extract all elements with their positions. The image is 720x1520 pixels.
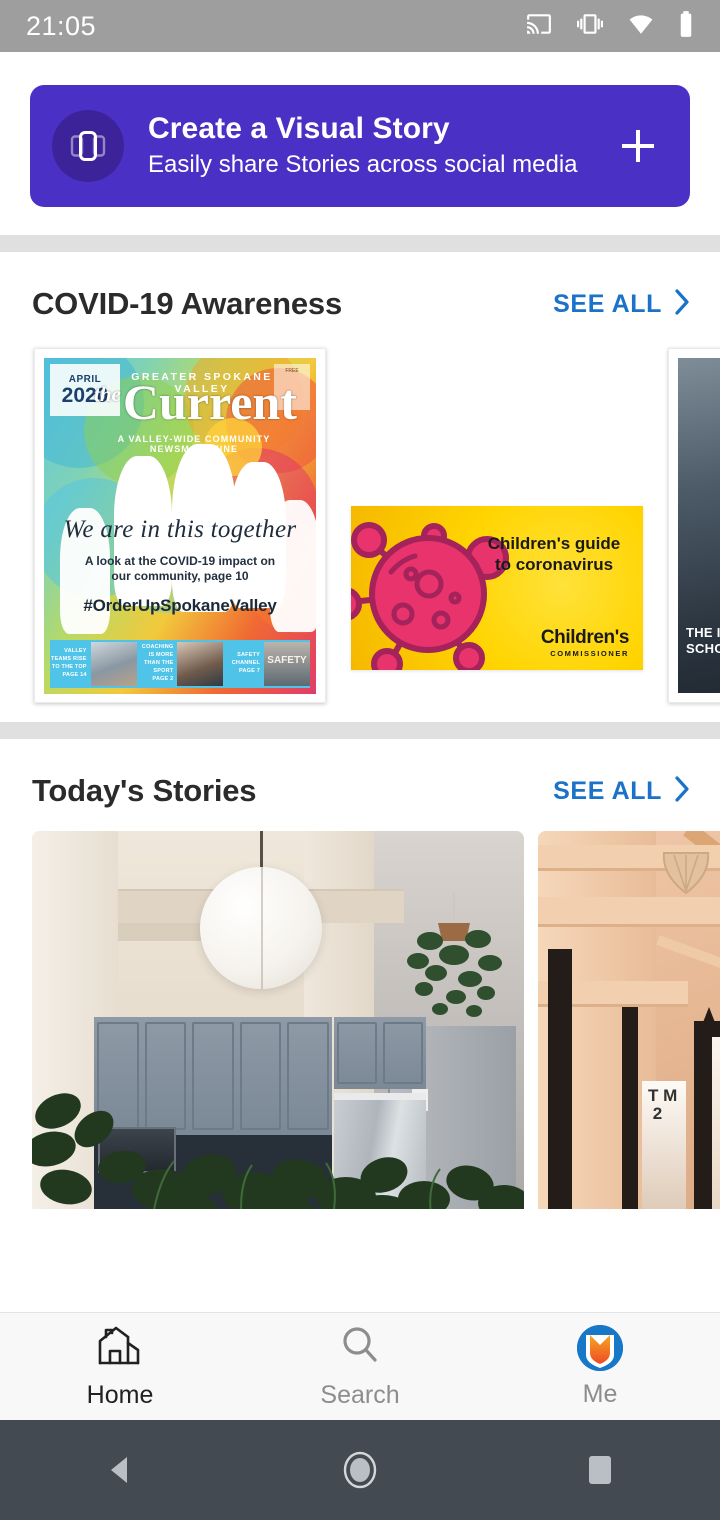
banner-title: Create a Visual Story <box>148 111 450 145</box>
arcade-photo: T M 2 <box>538 831 720 1209</box>
magazine-logo-name: Current <box>122 374 297 430</box>
covid-card-carousel[interactable]: APRIL 2020 FREE GREATER SPOKANE VALLEY t… <box>0 322 720 722</box>
section-header-covid: COVID-19 Awareness SEE ALL <box>0 252 720 322</box>
magazine-subhead: A look at the COVID-19 impact on our com… <box>84 554 276 583</box>
section-title: Today's Stories <box>32 773 257 808</box>
hanging-plant <box>394 893 514 1023</box>
magazine-teaser-thumb-2 <box>177 642 224 686</box>
covid-card-third[interactable]: THE IMPACT ON AT-RISK YOUTH LOCAL SCHOOL… <box>668 348 720 703</box>
paper-lantern <box>200 867 322 989</box>
childrens-guide-title: Children's guide to coronavirus <box>487 534 621 574</box>
avatar-icon <box>577 1324 623 1371</box>
kitchen-photo <box>32 831 524 1209</box>
magazine-teaser-3: SAFETY CHANNEL PAGE 7 <box>231 652 261 674</box>
android-navigation-bar <box>0 1420 720 1520</box>
back-triangle-icon[interactable] <box>60 1420 180 1520</box>
nav-item-home[interactable]: Home <box>0 1323 240 1410</box>
magazine-cover-art: APRIL 2020 FREE GREATER SPOKANE VALLEY t… <box>44 358 316 694</box>
magazine-teaser-2: COACHING IS MORE THAN THE SPORT PAGE 2 <box>141 644 174 682</box>
see-all-label: SEE ALL <box>553 289 662 318</box>
nav-item-me[interactable]: Me <box>480 1324 720 1409</box>
battery-icon <box>678 10 694 43</box>
magazine-teaser-strip: VALLEY TEAMS RISE TO THE TOP PAGE 14 COA… <box>50 640 311 688</box>
magazine-teaser-thumb-1 <box>90 642 137 686</box>
chevron-right-icon <box>672 774 692 809</box>
childrens-logo-sub: COMMISSIONER <box>550 649 629 658</box>
home-icon <box>94 1323 146 1372</box>
status-bar: 21:05 <box>0 0 720 52</box>
plus-icon[interactable] <box>612 123 664 169</box>
todays-stories-carousel[interactable]: T M 2 <box>0 809 720 1209</box>
section-divider <box>0 235 720 252</box>
create-story-banner[interactable]: Create a Visual Story Easily share Stori… <box>30 85 690 207</box>
recents-square-icon[interactable] <box>540 1420 660 1520</box>
cast-icon <box>524 11 554 42</box>
magazine-teaser-1: VALLEY TEAMS RISE TO THE TOP PAGE 14 <box>51 648 87 678</box>
section-header-stories: Today's Stories SEE ALL <box>0 739 720 809</box>
magazine-headline: We are in this together <box>63 516 297 543</box>
story-card-arcade[interactable]: T M 2 <box>538 831 720 1209</box>
status-icons <box>524 10 694 43</box>
story-carousel-icon <box>52 110 124 182</box>
app-screen: 21:05 Create a Visual Story Easily share… <box>0 0 720 1520</box>
story-card-kitchen[interactable] <box>32 831 524 1209</box>
see-all-label: SEE ALL <box>553 776 662 805</box>
banner-subtitle: Easily share Stories across social media <box>148 151 578 179</box>
dark-cover-art: THE IMPACT ON AT-RISK YOUTH LOCAL SCHOOL… <box>678 358 720 693</box>
magazine-logo: theCurrent <box>94 377 297 427</box>
home-circle-icon[interactable] <box>300 1420 420 1520</box>
vibrate-icon <box>576 11 604 42</box>
search-icon <box>337 1323 383 1372</box>
create-story-banner-wrap: Create a Visual Story Easily share Stori… <box>0 52 720 235</box>
wifi-icon <box>626 11 656 42</box>
nav-label-search: Search <box>320 1381 400 1409</box>
section-title: COVID-19 Awareness <box>32 286 342 321</box>
see-all-button-covid[interactable]: SEE ALL <box>553 287 692 322</box>
childrens-commissioner-logo: Children's COMMISSIONER <box>489 627 630 658</box>
dark-cover-text: THE IMPACT ON AT-RISK YOUTH LOCAL SCHOOL… <box>686 625 720 657</box>
childrens-logo-main: Children's <box>540 627 630 648</box>
see-all-button-stories[interactable]: SEE ALL <box>553 774 692 809</box>
banner-text: Create a Visual Story Easily share Stori… <box>148 112 612 180</box>
magazine-hashtag: #OrderUpSpokaneValley <box>83 596 277 615</box>
bottom-navigation-bar: Home Search Me <box>0 1312 720 1420</box>
covid-card-magazine[interactable]: APRIL 2020 FREE GREATER SPOKANE VALLEY t… <box>34 348 326 703</box>
section-divider-2 <box>0 722 720 739</box>
status-time: 21:05 <box>26 10 97 41</box>
magazine-teaser-thumb-3 <box>264 642 311 686</box>
nav-item-search[interactable]: Search <box>240 1323 480 1410</box>
covid-card-childrens-guide[interactable]: Children's guide to coronavirus Children… <box>351 506 643 670</box>
chevron-right-icon <box>672 287 692 322</box>
magazine-logo-the: the <box>94 382 121 407</box>
nav-label-home: Home <box>86 1381 154 1409</box>
nav-label-me: Me <box>582 1379 618 1408</box>
